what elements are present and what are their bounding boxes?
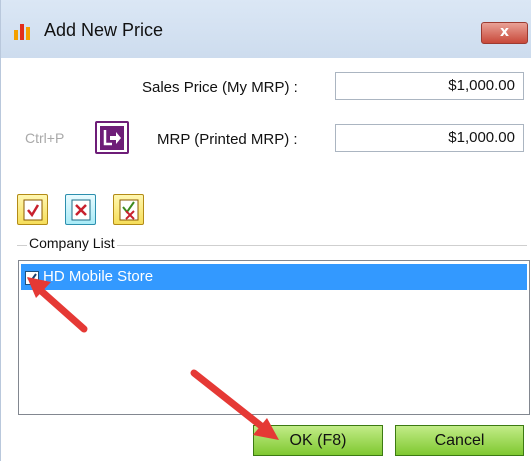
window-title: Add New Price bbox=[44, 20, 164, 40]
shortcut-hint: Ctrl+P bbox=[25, 130, 65, 146]
check-all-icon bbox=[23, 199, 43, 221]
bar-chart-icon bbox=[13, 22, 31, 40]
checkmark-icon bbox=[27, 273, 37, 283]
company-name: HD Mobile Store bbox=[43, 268, 154, 285]
close-button[interactable]: x bbox=[481, 22, 528, 44]
ok-button[interactable]: OK (F8) bbox=[253, 425, 383, 456]
mrp-label: MRP (Printed MRP) : bbox=[157, 131, 298, 148]
title-bar: Add New Price x bbox=[1, 0, 531, 58]
add-new-price-dialog: Add New Price x Sales Price (My MRP) : $… bbox=[0, 0, 531, 461]
copy-price-button[interactable] bbox=[95, 121, 129, 154]
uncheck-all-button[interactable] bbox=[65, 194, 96, 225]
invert-selection-icon bbox=[119, 199, 139, 221]
cancel-button[interactable]: Cancel bbox=[395, 425, 524, 456]
check-all-button[interactable] bbox=[17, 194, 48, 225]
company-list[interactable]: HD Mobile Store bbox=[18, 260, 530, 415]
invert-selection-button[interactable] bbox=[113, 194, 144, 225]
company-checkbox[interactable] bbox=[25, 271, 39, 285]
mrp-input[interactable]: $1,000.00 bbox=[335, 124, 524, 152]
uncheck-all-icon bbox=[71, 199, 91, 221]
sales-price-label: Sales Price (My MRP) : bbox=[142, 79, 298, 96]
list-item[interactable]: HD Mobile Store bbox=[21, 264, 527, 290]
company-list-label: Company List bbox=[27, 235, 117, 251]
sales-price-input[interactable]: $1,000.00 bbox=[335, 72, 524, 100]
arrow-right-icon bbox=[100, 126, 124, 150]
